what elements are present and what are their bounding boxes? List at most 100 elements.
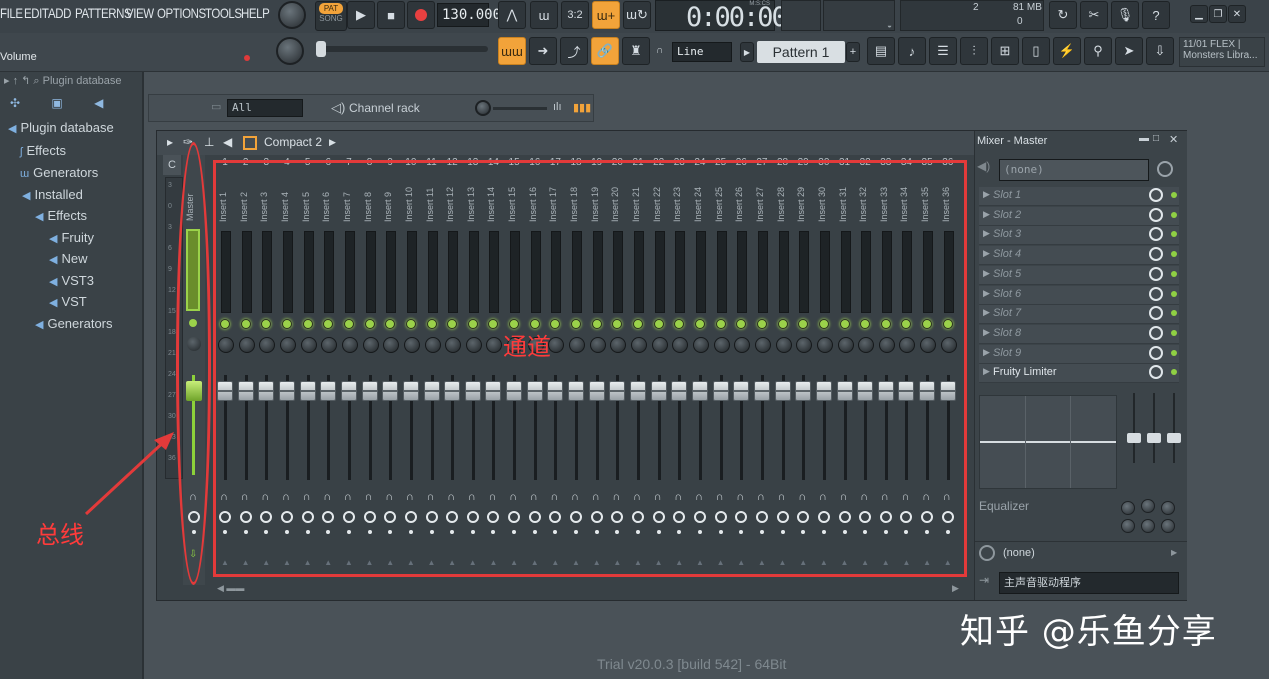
menu-tools[interactable]: TOOLS bbox=[205, 5, 242, 21]
export-button[interactable]: ➤ bbox=[1115, 37, 1143, 65]
tree-item-installed-generators[interactable]: ◀ Generators bbox=[35, 316, 113, 331]
step-edit-button[interactable]: ɯ+ bbox=[592, 1, 620, 29]
close-app-button[interactable]: ✕ bbox=[1228, 5, 1246, 23]
effect-mix-knob[interactable] bbox=[1149, 227, 1163, 242]
pattern-selector[interactable]: Pattern 1 bbox=[757, 41, 845, 63]
audio-output-select[interactable]: (none) bbox=[1003, 547, 1035, 559]
master-volume-knob[interactable] bbox=[278, 1, 306, 29]
effect-enable-led[interactable] bbox=[1171, 251, 1177, 258]
eq-low-fader[interactable] bbox=[1127, 433, 1141, 443]
effect-mix-knob[interactable] bbox=[1149, 188, 1163, 202]
effect-mix-knob[interactable] bbox=[1149, 286, 1163, 301]
cut-tool-button[interactable]: ✂ bbox=[1080, 1, 1108, 29]
restore-button[interactable]: ❐ bbox=[1209, 5, 1227, 23]
effect-enable-led[interactable] bbox=[1171, 310, 1177, 317]
effect-slot[interactable]: ▶ Slot 5 bbox=[979, 265, 1179, 285]
effect-mix-knob[interactable] bbox=[1149, 306, 1163, 321]
minimize-button[interactable]: ▁ bbox=[1190, 5, 1208, 23]
effect-slot[interactable]: ▶ Slot 7 bbox=[979, 305, 1179, 325]
stop-button[interactable]: ■ bbox=[377, 1, 405, 29]
effect-slot[interactable]: ▶ Fruity Limiter bbox=[979, 364, 1179, 384]
graph-icon[interactable]: ılı bbox=[553, 101, 562, 113]
touch-controller-button[interactable]: ⚲ bbox=[1084, 37, 1112, 65]
tree-item-effects[interactable]: ʃ Effects bbox=[20, 143, 66, 158]
eq-graph[interactable] bbox=[979, 395, 1117, 489]
effect-mix-knob[interactable] bbox=[1149, 207, 1163, 222]
menu-patterns[interactable]: PATTERNS bbox=[75, 5, 132, 21]
eq-high-freq-knob[interactable] bbox=[1161, 519, 1175, 533]
add-pattern-button[interactable]: + bbox=[846, 42, 860, 62]
effect-slot[interactable]: ▶ Slot 6 bbox=[979, 285, 1179, 305]
channel-rack-button[interactable]: ☰ bbox=[929, 37, 957, 65]
snap-select[interactable]: Line bbox=[672, 42, 732, 62]
pattern-prev-button[interactable]: ▶ bbox=[740, 42, 754, 62]
menu-view[interactable]: VIEW bbox=[126, 5, 154, 21]
tempo-display[interactable]: 130.000 bbox=[437, 3, 501, 27]
effect-slot[interactable]: ▶ Slot 2 bbox=[979, 206, 1179, 226]
effect-enable-led[interactable] bbox=[1171, 290, 1177, 297]
close-icon[interactable]: ✕ bbox=[1169, 133, 1178, 146]
collapse-icon[interactable]: ✣ bbox=[10, 96, 20, 110]
eq-mid-freq-knob[interactable] bbox=[1141, 519, 1155, 533]
news-panel[interactable]: 11/01 FLEX | Monsters Libra... bbox=[1179, 37, 1265, 67]
effect-enable-led[interactable] bbox=[1171, 349, 1177, 356]
stamp-button[interactable]: ♜ bbox=[622, 37, 650, 65]
menu-edit[interactable]: EDIT bbox=[24, 5, 49, 21]
arrow-button[interactable]: ➜ bbox=[529, 37, 557, 65]
slide-button[interactable]: ⤴ bbox=[560, 37, 588, 65]
playlist-snap-button[interactable]: ɯɯ bbox=[498, 37, 526, 65]
effect-slot[interactable]: ▶ Slot 1 bbox=[979, 187, 1179, 206]
pat-song-switch[interactable]: PAT SONG bbox=[315, 1, 347, 31]
eq-mid-knob[interactable] bbox=[1141, 499, 1155, 513]
steps-icon[interactable]: ▮▮▮ bbox=[573, 101, 591, 114]
record-audio-button[interactable]: 🎙 bbox=[1111, 1, 1139, 29]
tree-item-installed[interactable]: ◀ Installed bbox=[22, 187, 83, 202]
tree-item-new[interactable]: ◀ New bbox=[49, 251, 87, 266]
tree-item-vst[interactable]: ◀ VST bbox=[49, 294, 87, 309]
maximize-icon[interactable]: □ bbox=[1153, 133, 1159, 144]
swing-knob[interactable] bbox=[475, 100, 491, 116]
eq-mid-fader[interactable] bbox=[1147, 433, 1161, 443]
effect-enable-led[interactable] bbox=[1171, 329, 1177, 336]
channel-filter-select[interactable]: All bbox=[227, 99, 303, 117]
eq-high-fader[interactable] bbox=[1167, 433, 1181, 443]
effect-mix-knob[interactable] bbox=[1149, 345, 1163, 360]
menu-add[interactable]: ADD bbox=[48, 5, 71, 21]
effect-enable-led[interactable] bbox=[1171, 369, 1177, 376]
tree-item-vst3[interactable]: ◀ VST3 bbox=[49, 273, 94, 288]
tree-item-installed-effects[interactable]: ◀ Effects bbox=[35, 208, 87, 223]
record-button[interactable] bbox=[407, 1, 435, 29]
file-icon[interactable]: ▣ bbox=[51, 96, 62, 110]
wait-input-button[interactable]: ɯ bbox=[530, 1, 558, 29]
undo-history-button[interactable]: ↻ bbox=[1049, 1, 1077, 29]
tree-item-fruity[interactable]: ◀ Fruity bbox=[49, 230, 94, 245]
scroll-left-icon[interactable]: ◀ ▬▬ bbox=[217, 583, 244, 594]
effect-mix-knob[interactable] bbox=[1149, 325, 1163, 340]
eq-low-knob[interactable] bbox=[1121, 501, 1135, 515]
menu-help[interactable]: HELP bbox=[241, 5, 270, 21]
chevron-right-icon[interactable]: ▶ bbox=[1171, 548, 1177, 557]
effect-mix-knob[interactable] bbox=[1149, 365, 1163, 380]
playlist-button[interactable]: ▤ bbox=[867, 37, 895, 65]
minimize-icon[interactable]: ▬ bbox=[1139, 133, 1149, 144]
tree-item-plugin-database[interactable]: ◀ Plugin database bbox=[8, 120, 114, 135]
effect-enable-led[interactable] bbox=[1171, 270, 1177, 277]
swing-slider[interactable] bbox=[493, 107, 547, 110]
effect-slot[interactable]: ▶ Slot 3 bbox=[979, 226, 1179, 246]
browser-nav-icon[interactable]: ▸ ↑ ↰ ⌕ bbox=[4, 75, 40, 87]
download-button[interactable]: ⇩ bbox=[1146, 37, 1174, 65]
input-clock-icon[interactable] bbox=[1157, 161, 1173, 177]
loop-record-button[interactable]: ɯ↻ bbox=[623, 1, 651, 29]
effect-slot[interactable]: ▶ Slot 4 bbox=[979, 246, 1179, 266]
master-pitch-knob[interactable] bbox=[276, 37, 304, 65]
eq-high-knob[interactable] bbox=[1161, 501, 1175, 515]
effect-enable-led[interactable] bbox=[1171, 231, 1177, 238]
menu-options[interactable]: OPTIONS bbox=[157, 5, 206, 21]
audio-driver-select[interactable]: 主声音驱动程序 bbox=[999, 572, 1179, 594]
browser-button[interactable]: ⊞ bbox=[991, 37, 1019, 65]
project-button[interactable]: ▯ bbox=[1022, 37, 1050, 65]
effect-enable-led[interactable] bbox=[1171, 192, 1177, 198]
eq-low-freq-knob[interactable] bbox=[1121, 519, 1135, 533]
piano-roll-button[interactable]: ♪ bbox=[898, 37, 926, 65]
time-display[interactable]: 0:00:00 M:S:CS bbox=[655, 0, 788, 33]
